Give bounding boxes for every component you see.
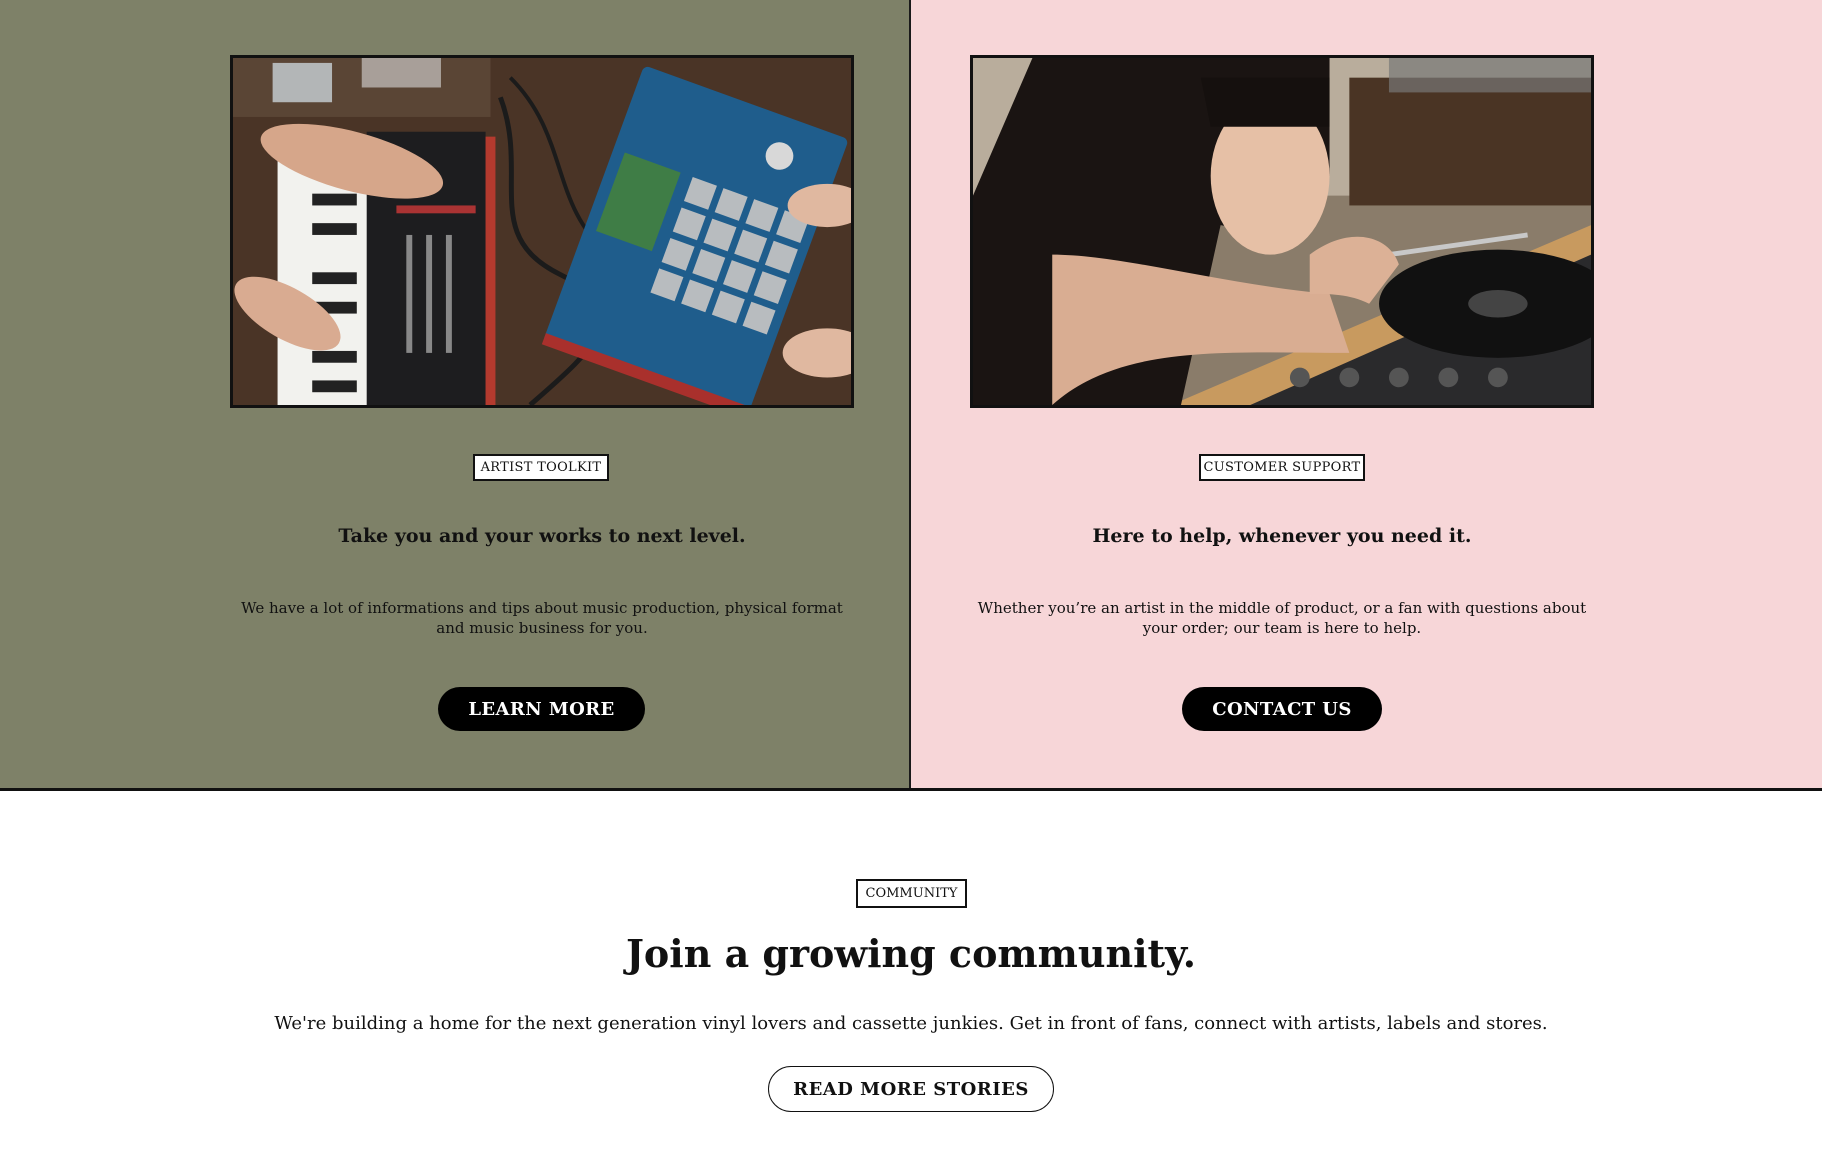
feature-panels: ARTIST TOOLKIT Take you and your works t… bbox=[0, 0, 1822, 791]
category-tag: ARTIST TOOLKIT bbox=[473, 454, 609, 481]
category-tag: CUSTOMER SUPPORT bbox=[1199, 454, 1365, 481]
customer-support-panel: CUSTOMER SUPPORT Here to help, whenever … bbox=[911, 0, 1822, 788]
turntable-photo bbox=[970, 55, 1594, 408]
community-title: Join a growing community. bbox=[625, 931, 1197, 976]
learn-more-button[interactable]: LEARN MORE bbox=[438, 687, 645, 731]
music-production-photo bbox=[230, 55, 854, 408]
section-description: We have a lot of informations and tips a… bbox=[241, 599, 843, 637]
synth-and-sampler-image bbox=[233, 58, 851, 405]
community-section: COMMUNITY Join a growing community. We'r… bbox=[0, 791, 1822, 1167]
section-heading: Here to help, whenever you need it. bbox=[1092, 525, 1472, 547]
section-heading: Take you and your works to next level. bbox=[338, 525, 746, 547]
woman-with-turntable-image bbox=[973, 58, 1591, 405]
section-description: Whether you’re an artist in the middle o… bbox=[977, 599, 1587, 637]
artist-toolkit-panel: ARTIST TOOLKIT Take you and your works t… bbox=[0, 0, 911, 788]
read-more-stories-button[interactable]: READ MORE STORIES bbox=[768, 1066, 1054, 1112]
contact-us-button[interactable]: CONTACT US bbox=[1182, 687, 1382, 731]
community-description: We're building a home for the next gener… bbox=[274, 1013, 1548, 1034]
community-tag: COMMUNITY bbox=[856, 879, 967, 908]
